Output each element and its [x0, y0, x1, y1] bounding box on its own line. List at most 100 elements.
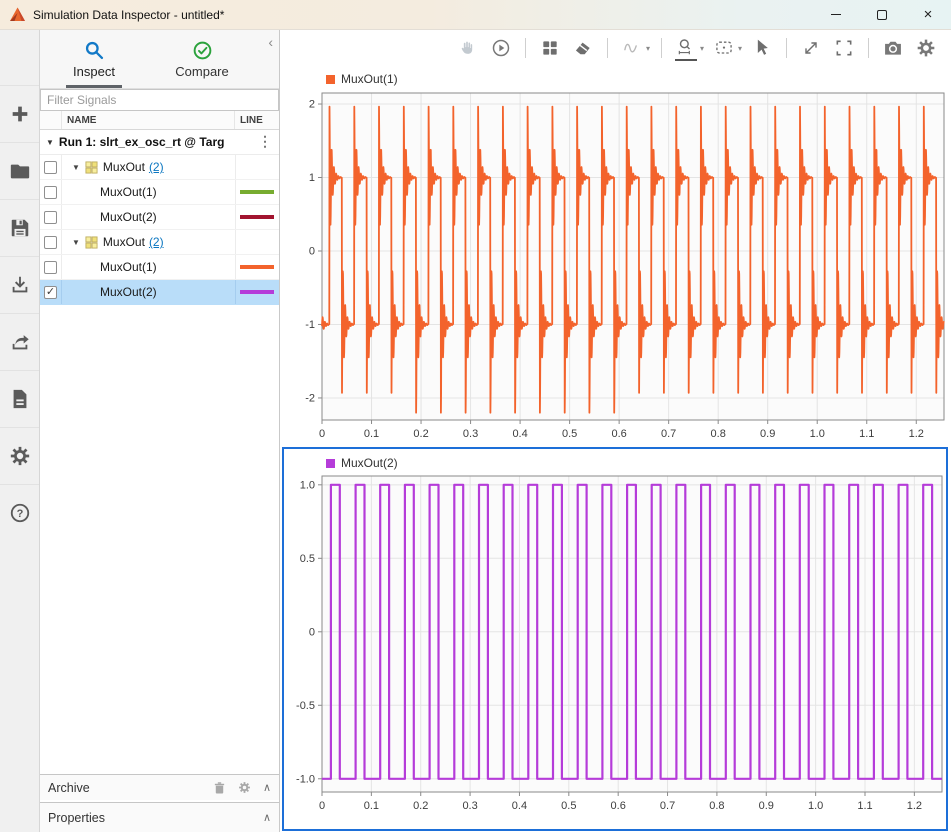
svg-text:1.2: 1.2 — [909, 428, 924, 440]
signal-checkbox[interactable] — [44, 236, 57, 249]
add-run-button[interactable] — [0, 85, 39, 142]
help-icon: ? — [9, 502, 31, 524]
subplot-layout-button[interactable] — [537, 35, 563, 61]
signal-label: MuxOut(2) — [100, 210, 157, 224]
layout-grid-icon — [540, 38, 560, 58]
svg-text:0.2: 0.2 — [413, 428, 428, 440]
subplot-2-plot[interactable]: 00.10.20.30.40.50.60.70.80.91.01.11.2-1.… — [284, 449, 946, 830]
run-row[interactable]: ▼ Run 1: slrt_ex_osc_rt @ Targ ⋮ — [40, 130, 279, 155]
signal-count-link[interactable]: (2) — [149, 235, 164, 249]
svg-text:-1: -1 — [305, 319, 315, 331]
archive-collapse-chevron-icon[interactable]: ∧ — [263, 781, 271, 794]
import-button[interactable] — [0, 256, 39, 313]
svg-text:-2: -2 — [305, 392, 315, 404]
archive-settings-gear-icon[interactable] — [238, 781, 251, 794]
folder-icon — [9, 160, 31, 182]
line-style-cell[interactable] — [235, 205, 279, 229]
signal-row[interactable]: MuxOut(1) — [40, 255, 279, 280]
svg-text:0.1: 0.1 — [364, 800, 379, 812]
fullscreen-button[interactable] — [831, 35, 857, 61]
signal-count-link[interactable]: (2) — [149, 160, 164, 174]
snapshot-button[interactable] — [880, 35, 906, 61]
svg-text:-1.0: -1.0 — [296, 773, 315, 785]
signal-checkbox[interactable] — [44, 261, 57, 274]
preferences-button[interactable] — [0, 427, 39, 484]
line-style-cell[interactable] — [235, 155, 279, 179]
signal-row[interactable]: ✓ MuxOut(2) — [40, 280, 279, 305]
minimize-button[interactable] — [813, 0, 859, 29]
svg-text:0.3: 0.3 — [462, 800, 477, 812]
svg-text:0: 0 — [319, 428, 325, 440]
create-report-button[interactable] — [0, 370, 39, 427]
properties-collapse-chevron-icon[interactable]: ∧ — [263, 811, 271, 824]
export-button[interactable] — [0, 313, 39, 370]
line-color-swatch — [240, 265, 274, 269]
svg-text:1.0: 1.0 — [810, 428, 825, 440]
line-style-cell[interactable] — [235, 255, 279, 279]
signal-checkbox[interactable] — [44, 211, 57, 224]
fit-to-view-icon — [714, 38, 734, 58]
visualization-settings-button[interactable] — [913, 35, 939, 61]
svg-text:0.8: 0.8 — [709, 800, 724, 812]
subplot-1[interactable]: MuxOut(1) 00.10.20.30.40.50.60.70.80.91.… — [280, 66, 950, 446]
filter-signals-input[interactable] — [40, 89, 279, 111]
check-column-header — [40, 111, 62, 129]
archive-bar[interactable]: Archive ∧ — [40, 774, 279, 800]
svg-text:1.0: 1.0 — [300, 479, 315, 491]
collapse-panel-icon[interactable]: ‹ — [268, 34, 273, 50]
svg-text:0.8: 0.8 — [711, 428, 726, 440]
svg-text:1: 1 — [309, 172, 315, 184]
clear-subplots-button[interactable] — [570, 35, 596, 61]
line-color-swatch — [240, 215, 274, 219]
svg-text:1.1: 1.1 — [857, 800, 872, 812]
replay-button[interactable] — [488, 35, 514, 61]
zoom-in-time-menu[interactable]: ▾ — [673, 35, 704, 61]
properties-bar[interactable]: Properties ∧ — [40, 802, 279, 832]
line-style-cell[interactable] — [235, 230, 279, 254]
group-label: MuxOut — [103, 235, 145, 249]
subplot-1-plot[interactable]: 00.10.20.30.40.50.60.70.80.91.01.11.2-2-… — [280, 66, 950, 451]
signal-row[interactable]: MuxOut(1) — [40, 180, 279, 205]
fit-to-view-menu[interactable]: ▾ — [711, 35, 742, 61]
properties-label: Properties — [48, 811, 105, 825]
subplot-2-selected[interactable]: MuxOut(2) 00.10.20.30.40.50.60.70.80.91.… — [282, 447, 948, 831]
pan-button[interactable] — [455, 35, 481, 61]
pan-hand-icon — [458, 38, 478, 58]
tab-compare[interactable]: Compare — [148, 30, 256, 88]
group-collapse-arrow-icon[interactable]: ▼ — [72, 163, 80, 172]
signal-checkbox[interactable]: ✓ — [44, 286, 57, 299]
legend-swatch — [326, 75, 335, 84]
expand-button[interactable] — [798, 35, 824, 61]
legend-label: MuxOut(2) — [341, 456, 398, 470]
group-collapse-arrow-icon[interactable]: ▼ — [72, 238, 80, 247]
signal-list-empty-area — [40, 305, 279, 774]
signal-row[interactable]: MuxOut(2) — [40, 205, 279, 230]
svg-text:-0.5: -0.5 — [296, 700, 315, 712]
signal-checkbox[interactable] — [44, 186, 57, 199]
signal-display-menu[interactable]: ▾ — [619, 35, 650, 61]
signal-checkbox[interactable] — [44, 161, 57, 174]
save-icon — [9, 217, 31, 239]
svg-text:0.5: 0.5 — [562, 428, 577, 440]
save-button[interactable] — [0, 199, 39, 256]
line-style-cell[interactable] — [235, 280, 279, 304]
run-collapse-arrow-icon[interactable]: ▼ — [46, 138, 54, 147]
maximize-button[interactable] — [859, 0, 905, 29]
trash-icon[interactable] — [213, 781, 226, 794]
signal-label: MuxOut(2) — [100, 285, 157, 299]
svg-text:0.2: 0.2 — [413, 800, 428, 812]
signal-label: MuxOut(1) — [100, 185, 157, 199]
fullscreen-brackets-icon — [834, 38, 854, 58]
document-icon — [9, 388, 31, 410]
help-button[interactable]: ? — [0, 484, 39, 541]
tab-inspect[interactable]: Inspect — [40, 30, 148, 88]
open-button[interactable] — [0, 142, 39, 199]
archive-label: Archive — [48, 781, 90, 795]
svg-text:0.6: 0.6 — [611, 800, 626, 812]
pointer-button[interactable] — [749, 35, 775, 61]
signal-group-row[interactable]: ▼ MuxOut (2) — [40, 230, 279, 255]
run-options-kebab-icon[interactable]: ⋮ — [258, 133, 272, 150]
signal-group-row[interactable]: ▼ MuxOut (2) — [40, 155, 279, 180]
close-button[interactable]: × — [905, 0, 951, 29]
line-style-cell[interactable] — [235, 180, 279, 204]
